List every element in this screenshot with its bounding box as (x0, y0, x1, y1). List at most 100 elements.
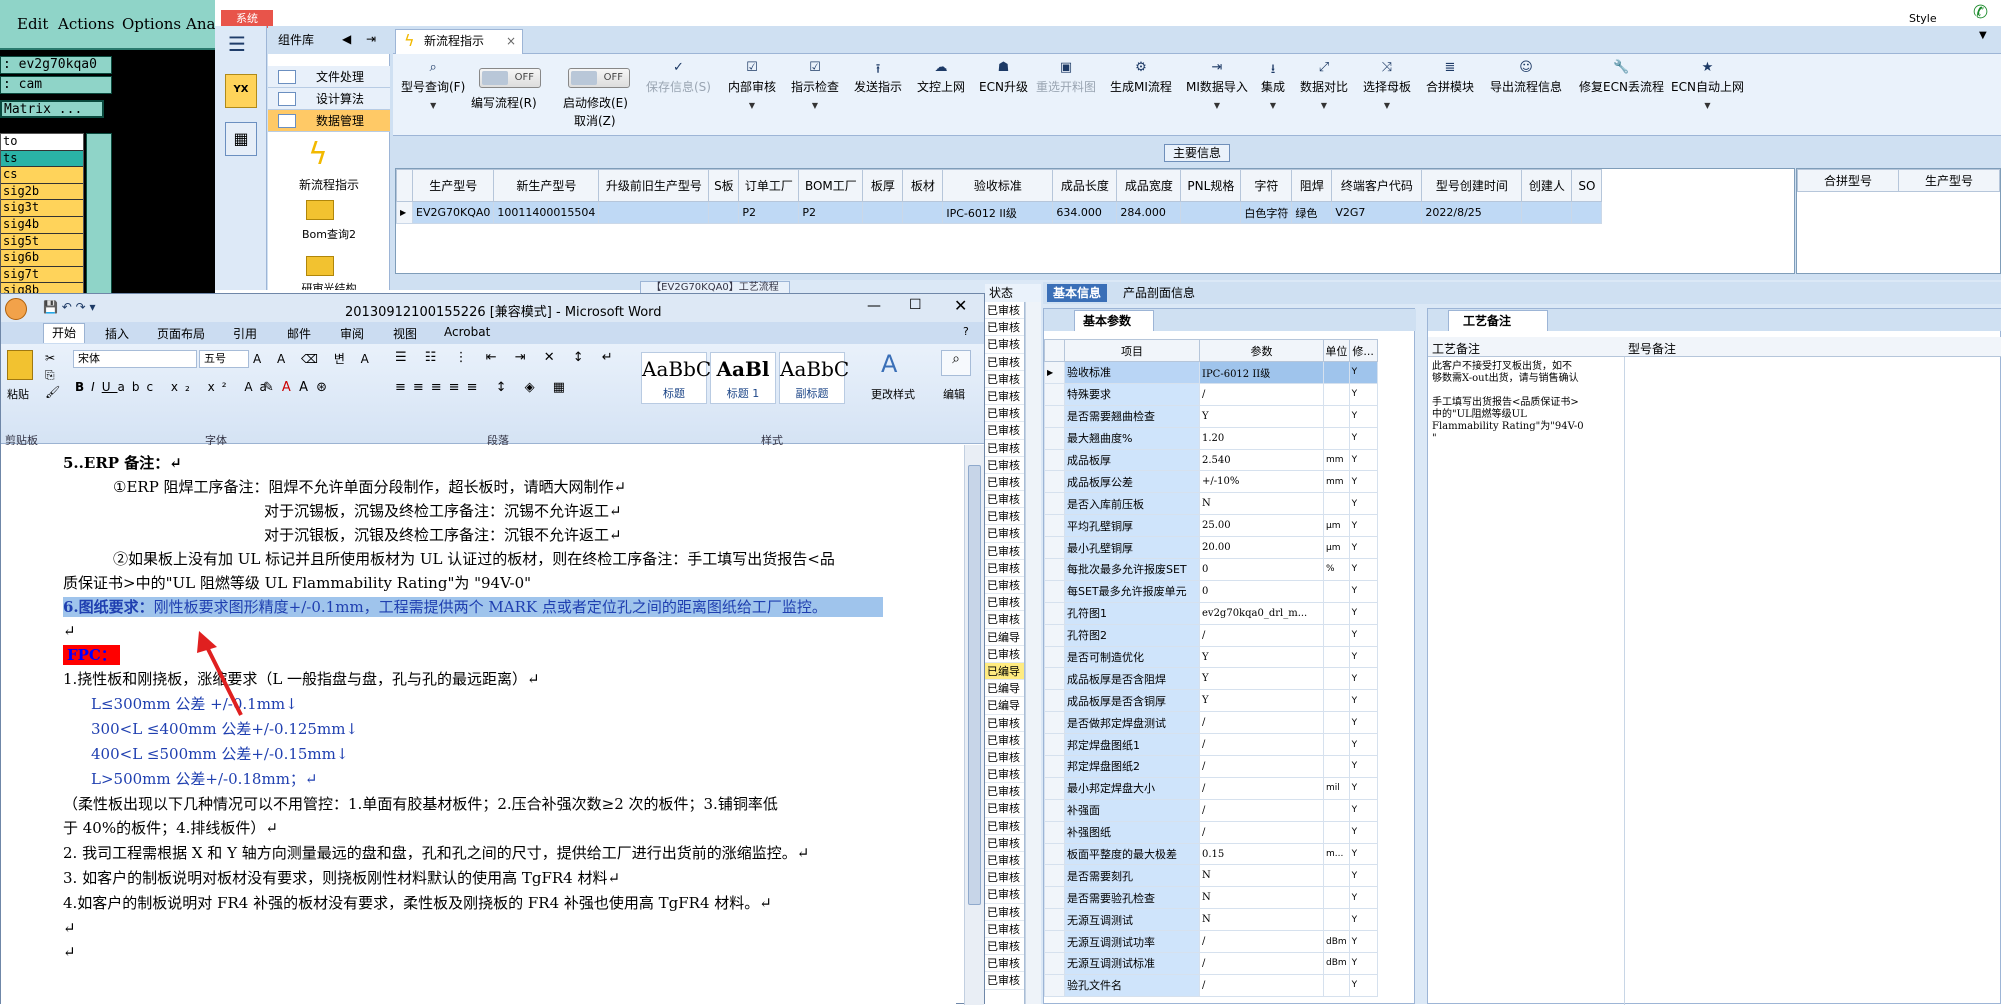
word-scrollbar[interactable] (964, 445, 984, 1005)
layer-list[interactable]: to ts cs sig2b sig3t sig4b sig5t sig6b s… (0, 133, 84, 300)
phone-icon[interactable]: ✆ (1973, 2, 1988, 23)
cell[interactable]: 1.20 (1199, 426, 1324, 450)
col-header[interactable]: 型号创建时间 (1421, 169, 1523, 202)
cell[interactable]: 是否入库前压板 (1064, 492, 1200, 516)
table-row[interactable]: 补强图纸 / Y (1044, 820, 1378, 844)
table-row[interactable]: 是否可制造优化 Y Y (1044, 645, 1378, 669)
scroll-thumb[interactable] (968, 465, 981, 905)
pin-icon[interactable]: ⇥ (366, 32, 376, 46)
table-row[interactable]: ▶ EV2G70KQA0 10011400015504 P2 P2 IPC-60… (396, 201, 1603, 224)
instruction-check-button[interactable]: ☑ 指示检查 ▼ (791, 60, 839, 110)
internal-review-button[interactable]: ☑ 内部审核 ▼ (728, 60, 776, 110)
cell[interactable]: Y (1199, 645, 1324, 669)
table-row[interactable]: 平均孔壁铜厚 25.00 μm Y (1044, 514, 1378, 538)
table-row[interactable]: 是否需要刻孔 N Y (1044, 864, 1378, 888)
col-header[interactable]: PNL规格 (1180, 169, 1242, 202)
table-row[interactable]: 最小孔壁铜厚 20.00 μm Y (1044, 536, 1378, 560)
cell[interactable]: 2.540 (1199, 448, 1324, 472)
cell[interactable]: Y (1348, 711, 1378, 735)
paste-icon[interactable] (7, 350, 33, 380)
layer-item[interactable]: sig6b (1, 250, 83, 267)
cell[interactable]: 绿色 (1291, 201, 1333, 224)
cell[interactable]: Y (1348, 514, 1378, 538)
col-header[interactable]: 阻焊 (1291, 169, 1333, 202)
row-indicator[interactable] (1044, 798, 1065, 822)
table-row[interactable]: 是否需要验孔检查 N Y (1044, 886, 1378, 910)
ecn-upgrade-button[interactable]: ☗ ECN升级 (979, 60, 1028, 95)
row-indicator[interactable] (1044, 908, 1065, 932)
row-indicator[interactable] (1044, 514, 1065, 538)
cell[interactable] (598, 201, 710, 224)
table-row[interactable]: 最小邦定焊盘大小 / mil Y (1044, 776, 1378, 800)
cell[interactable] (862, 201, 904, 224)
cell[interactable]: EV2G70KQA0 (411, 201, 495, 224)
table-row[interactable]: 孔符图1 ev2g70kqa0_drl_m... Y (1044, 601, 1378, 625)
col-header[interactable]: 升级前旧生产型号 (598, 169, 710, 202)
cell[interactable]: 无源互调测试 (1064, 908, 1200, 932)
row-indicator[interactable] (1044, 886, 1065, 910)
cell[interactable]: 634.000 (1052, 201, 1118, 224)
highlight-color-icons[interactable]: ✎AA⊛ (263, 380, 335, 395)
col-header[interactable]: 板材 (902, 169, 944, 202)
cell[interactable] (1521, 201, 1573, 224)
table-row[interactable]: 补强面 / Y (1044, 798, 1378, 822)
merge-module-button[interactable]: ≣ 合拼模块 (1426, 60, 1474, 95)
row-indicator[interactable] (1044, 776, 1065, 800)
row-indicator[interactable] (1044, 492, 1065, 516)
cell[interactable]: / (1199, 711, 1324, 735)
tab-basic-info[interactable]: 基本信息 (1047, 284, 1108, 302)
cell[interactable]: mil (1323, 776, 1350, 800)
row-indicator[interactable] (1044, 536, 1065, 560)
tab-references[interactable]: 引用 (233, 325, 257, 342)
cell[interactable]: / (1199, 798, 1324, 822)
cell[interactable]: 284.000 (1116, 201, 1182, 224)
cell[interactable]: Y (1348, 601, 1378, 625)
cell[interactable]: P2 (798, 201, 864, 224)
row-indicator[interactable] (1044, 842, 1065, 866)
col-header[interactable]: 订单工厂 (738, 169, 800, 202)
table-row[interactable]: 特殊要求 / Y (1044, 382, 1378, 406)
cell[interactable]: Y (1348, 776, 1378, 800)
quick-access-icons[interactable]: 💾 ↶ ↷ ▾ (43, 300, 96, 314)
table-row[interactable]: 邦定焊盘图纸2/ Y (1044, 755, 1378, 778)
tab-new-flow[interactable]: ϟ 新流程指示 × (395, 29, 523, 54)
layer-scrollbar[interactable] (86, 133, 112, 299)
cell[interactable] (1180, 201, 1242, 224)
cell[interactable]: dBm (1323, 930, 1350, 954)
row-indicator[interactable] (1044, 755, 1065, 778)
cell[interactable]: 0.15 (1199, 842, 1324, 866)
cell[interactable]: / (1199, 930, 1324, 954)
col-header[interactable]: 字符 (1240, 169, 1293, 202)
cell[interactable]: Y (1348, 820, 1378, 844)
cell[interactable]: V2G7 (1331, 201, 1423, 224)
cell[interactable] (1323, 426, 1350, 450)
help-icon[interactable]: ? (963, 325, 969, 338)
calendar-icon[interactable]: ▦ (225, 122, 257, 156)
change-styles-icon[interactable]: A (881, 350, 897, 378)
row-indicator[interactable] (1044, 404, 1065, 428)
row-indicator[interactable] (1044, 601, 1065, 625)
cell[interactable]: ev2g70kqa0_drl_m... (1199, 601, 1324, 625)
reselect-cut-button[interactable]: ▣ 重选开料图 (1036, 60, 1096, 95)
cell[interactable]: IPC-6012 II级 (1199, 361, 1324, 384)
row-indicator[interactable] (1044, 426, 1065, 450)
tab-review[interactable]: 审阅 (340, 325, 364, 342)
process-note-text[interactable]: 此客户不接受打叉板出货，如不 够数需X-out出货，请与销售确认 手工填写出货报… (1432, 361, 1612, 445)
tab-profile-info[interactable]: 产品剖面信息 (1117, 284, 1201, 302)
edit-label[interactable]: 编辑 (943, 386, 965, 402)
cell[interactable]: 0 (1199, 579, 1324, 603)
cell[interactable]: IPC-6012 II级 (942, 201, 1054, 224)
cell[interactable]: Y (1348, 361, 1378, 384)
col-header[interactable]: SO (1571, 169, 1603, 202)
cell[interactable] (1323, 361, 1350, 384)
cell[interactable]: 0 (1199, 558, 1324, 581)
layer-item[interactable]: cs (1, 167, 83, 184)
row-indicator[interactable] (1044, 689, 1065, 713)
cell[interactable]: 补强图纸 (1064, 820, 1200, 844)
col-header[interactable]: 合拼型号 (1797, 169, 1899, 192)
menu-edit[interactable]: Edit (17, 15, 48, 33)
cell[interactable]: N (1199, 886, 1324, 910)
col-header[interactable]: 生产型号 (1898, 169, 2000, 192)
row-indicator[interactable] (1044, 733, 1065, 757)
tab-home[interactable]: 开始 (43, 323, 86, 343)
